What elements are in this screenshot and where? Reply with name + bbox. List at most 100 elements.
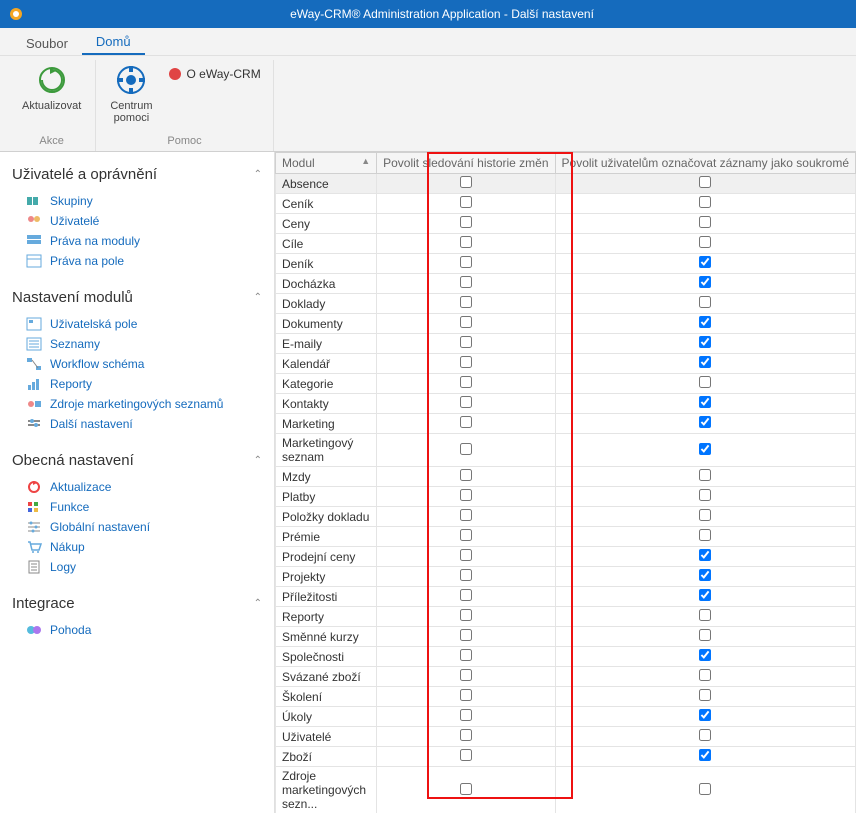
history-checkbox[interactable]	[460, 529, 472, 541]
history-checkbox[interactable]	[460, 589, 472, 601]
sidebar-item[interactable]: Logy	[8, 557, 266, 577]
table-row[interactable]: Mzdy	[276, 467, 856, 487]
sidebar-section-header[interactable]: Integrace⌃	[8, 591, 266, 620]
sidebar-section-header[interactable]: Nastavení modulů⌃	[8, 285, 266, 314]
sidebar-item[interactable]: Seznamy	[8, 334, 266, 354]
history-checkbox[interactable]	[460, 489, 472, 501]
history-checkbox[interactable]	[460, 709, 472, 721]
private-checkbox[interactable]	[699, 196, 711, 208]
table-row[interactable]: Prodejní ceny	[276, 547, 856, 567]
help-center-button[interactable]: Centrum pomoci	[104, 60, 158, 128]
private-checkbox[interactable]	[699, 236, 711, 248]
private-checkbox[interactable]	[699, 649, 711, 661]
private-checkbox[interactable]	[699, 469, 711, 481]
private-checkbox[interactable]	[699, 396, 711, 408]
col-modul[interactable]: Modul ▲	[276, 153, 377, 174]
private-checkbox[interactable]	[699, 783, 711, 795]
private-checkbox[interactable]	[699, 709, 711, 721]
history-checkbox[interactable]	[460, 569, 472, 581]
private-checkbox[interactable]	[699, 489, 711, 501]
history-checkbox[interactable]	[460, 296, 472, 308]
table-row[interactable]: Příležitosti	[276, 587, 856, 607]
history-checkbox[interactable]	[460, 649, 472, 661]
history-checkbox[interactable]	[460, 356, 472, 368]
private-checkbox[interactable]	[699, 376, 711, 388]
table-row[interactable]: Společnosti	[276, 647, 856, 667]
private-checkbox[interactable]	[699, 549, 711, 561]
private-checkbox[interactable]	[699, 256, 711, 268]
sidebar-item[interactable]: Práva na pole	[8, 251, 266, 271]
history-checkbox[interactable]	[460, 443, 472, 455]
table-row[interactable]: Zdroje marketingových sezn...	[276, 767, 856, 813]
private-checkbox[interactable]	[699, 316, 711, 328]
sidebar-section-header[interactable]: Uživatelé a oprávnění⌃	[8, 162, 266, 191]
private-checkbox[interactable]	[699, 729, 711, 741]
tab-soubor[interactable]: Soubor	[12, 30, 82, 55]
history-checkbox[interactable]	[460, 609, 472, 621]
private-checkbox[interactable]	[699, 749, 711, 761]
table-row[interactable]: E-maily	[276, 334, 856, 354]
private-checkbox[interactable]	[699, 689, 711, 701]
table-row[interactable]: Platby	[276, 487, 856, 507]
table-row[interactable]: Dokumenty	[276, 314, 856, 334]
table-row[interactable]: Marketing	[276, 414, 856, 434]
table-row[interactable]: Deník	[276, 254, 856, 274]
private-checkbox[interactable]	[699, 609, 711, 621]
history-checkbox[interactable]	[460, 729, 472, 741]
private-checkbox[interactable]	[699, 176, 711, 188]
sidebar-item[interactable]: Globální nastavení	[8, 517, 266, 537]
table-row[interactable]: Svázané zboží	[276, 667, 856, 687]
table-row[interactable]: Projekty	[276, 567, 856, 587]
table-row[interactable]: Marketingový seznam	[276, 434, 856, 467]
history-checkbox[interactable]	[460, 256, 472, 268]
table-row[interactable]: Absence	[276, 174, 856, 194]
private-checkbox[interactable]	[699, 356, 711, 368]
sidebar-item[interactable]: Skupiny	[8, 191, 266, 211]
private-checkbox[interactable]	[699, 589, 711, 601]
private-checkbox[interactable]	[699, 296, 711, 308]
sidebar-item[interactable]: Další nastavení	[8, 414, 266, 434]
sidebar-item[interactable]: Workflow schéma	[8, 354, 266, 374]
table-row[interactable]: Uživatelé	[276, 727, 856, 747]
history-checkbox[interactable]	[460, 509, 472, 521]
sidebar-section-header[interactable]: Obecná nastavení⌃	[8, 448, 266, 477]
private-checkbox[interactable]	[699, 629, 711, 641]
col-private[interactable]: Povolit uživatelům označovat záznamy jak…	[555, 153, 855, 174]
private-checkbox[interactable]	[699, 276, 711, 288]
table-row[interactable]: Kalendář	[276, 354, 856, 374]
refresh-button[interactable]: Aktualizovat	[16, 60, 87, 116]
table-row[interactable]: Cíle	[276, 234, 856, 254]
history-checkbox[interactable]	[460, 176, 472, 188]
history-checkbox[interactable]	[460, 196, 472, 208]
private-checkbox[interactable]	[699, 529, 711, 541]
history-checkbox[interactable]	[460, 316, 472, 328]
table-row[interactable]: Kategorie	[276, 374, 856, 394]
private-checkbox[interactable]	[699, 216, 711, 228]
tab-domu[interactable]: Domů	[82, 28, 145, 55]
history-checkbox[interactable]	[460, 783, 472, 795]
history-checkbox[interactable]	[460, 216, 472, 228]
table-row[interactable]: Docházka	[276, 274, 856, 294]
history-checkbox[interactable]	[460, 376, 472, 388]
sidebar-item[interactable]: Aktualizace	[8, 477, 266, 497]
history-checkbox[interactable]	[460, 629, 472, 641]
table-row[interactable]: Prémie	[276, 527, 856, 547]
about-button[interactable]: O eWay-CRM	[163, 64, 265, 84]
table-row[interactable]: Reporty	[276, 607, 856, 627]
table-row[interactable]: Školení	[276, 687, 856, 707]
private-checkbox[interactable]	[699, 509, 711, 521]
table-row[interactable]: Ceny	[276, 214, 856, 234]
sidebar-item[interactable]: Funkce	[8, 497, 266, 517]
sidebar-item[interactable]: Pohoda	[8, 620, 266, 640]
history-checkbox[interactable]	[460, 396, 472, 408]
sidebar-item[interactable]: Práva na moduly	[8, 231, 266, 251]
sidebar-item[interactable]: Zdroje marketingových seznamů	[8, 394, 266, 414]
sidebar-item[interactable]: Reporty	[8, 374, 266, 394]
table-row[interactable]: Zboží	[276, 747, 856, 767]
private-checkbox[interactable]	[699, 569, 711, 581]
private-checkbox[interactable]	[699, 336, 711, 348]
private-checkbox[interactable]	[699, 669, 711, 681]
history-checkbox[interactable]	[460, 336, 472, 348]
table-row[interactable]: Ceník	[276, 194, 856, 214]
history-checkbox[interactable]	[460, 669, 472, 681]
